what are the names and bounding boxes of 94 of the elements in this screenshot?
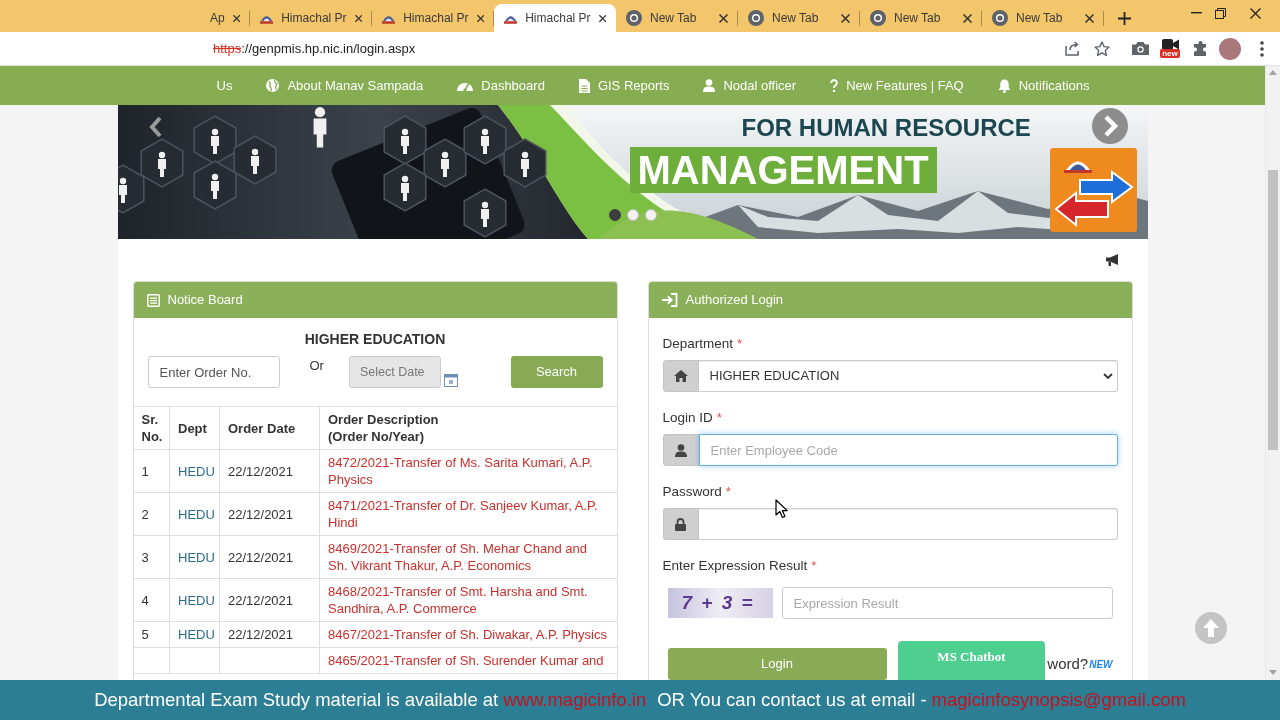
department-select[interactable]: HIGHER EDUCATION <box>698 360 1118 392</box>
close-icon[interactable] <box>963 13 972 23</box>
close-icon[interactable] <box>598 13 606 23</box>
captcha-image: 7 + 3 = <box>667 588 773 618</box>
browser-tab[interactable]: New Tab <box>616 4 738 32</box>
ring-icon <box>748 10 764 26</box>
bell-icon <box>997 78 1011 93</box>
table-cell: 3 <box>133 535 170 579</box>
banner-title: MANAGEMENT <box>629 147 937 193</box>
email-address: magicinfosynopsis@gmail.com <box>931 688 1186 713</box>
table-cell: 22/12/2021 <box>219 578 320 622</box>
browser-tab[interactable]: New Tab <box>982 4 1104 32</box>
restore-icon[interactable] <box>1214 7 1226 19</box>
browser-tab[interactable]: Ap <box>204 4 250 32</box>
field-label: Login ID * <box>662 409 723 427</box>
contact-text: OR You can contact us at email - <box>657 688 927 713</box>
table-cell: 22/12/2021 <box>219 449 320 493</box>
table-cell: 2 <box>133 492 170 536</box>
list-icon <box>146 293 160 307</box>
address-field[interactable]: https://genpmis.hp.nic.in/login.aspx <box>213 38 416 59</box>
banner-heading: FOR HUMAN RESOURCE <box>741 113 1031 143</box>
field-label: Department * <box>662 335 743 353</box>
order-number-field[interactable]: Enter Order No. <box>147 356 280 388</box>
field-label: Enter Expression Result * <box>662 557 817 575</box>
card-title: Authorized Login <box>685 291 784 310</box>
field-label: Password * <box>662 483 732 501</box>
column-header: Sr. No. <box>133 406 170 450</box>
browser-tab[interactable]: Himachal Pr <box>250 4 372 32</box>
chevron-left-icon[interactable] <box>148 116 162 138</box>
user-icon <box>703 79 716 92</box>
plus-icon[interactable] <box>1117 11 1131 25</box>
table-cell: 22/12/2021 <box>219 535 320 579</box>
expression-result-field[interactable]: Expression Result <box>781 587 1113 619</box>
website-address: www.magicinfo.in <box>503 688 647 713</box>
table-cell: HEDU <box>169 535 220 579</box>
close-icon[interactable] <box>354 13 362 23</box>
scrollbar-thumb[interactable] <box>1268 170 1278 450</box>
user-icon <box>662 434 699 466</box>
table-cell: 22/12/2021 <box>219 492 320 536</box>
browser-tab[interactable]: Himachal Pr <box>372 4 494 32</box>
calendar-icon[interactable] <box>443 373 458 387</box>
puzzle-icon[interactable] <box>1192 41 1208 56</box>
password-field[interactable] <box>698 508 1118 540</box>
column-header: Order Description (Order No/Year) <box>319 406 617 450</box>
login-id-field[interactable]: Enter Employee Code <box>698 434 1118 466</box>
close-icon[interactable] <box>476 13 484 23</box>
column-header: Dept <box>169 406 220 450</box>
close-icon[interactable] <box>1249 7 1261 19</box>
or-text: Or <box>309 358 324 374</box>
more-menu-icon[interactable] <box>1260 40 1264 57</box>
lock-icon <box>662 508 699 540</box>
new-badge: new <box>1160 49 1180 58</box>
video-camera-icon[interactable] <box>1161 39 1179 50</box>
close-icon[interactable] <box>1085 13 1094 23</box>
table-cell: 5 <box>133 621 170 648</box>
scrollbar[interactable] <box>1265 66 1280 680</box>
chevron-down-icon[interactable] <box>1102 373 1113 379</box>
globe-icon <box>266 79 280 92</box>
table-cell: HEDU <box>169 621 220 648</box>
gauge-icon <box>457 80 474 91</box>
department-heading: HIGHER EDUCATION <box>303 330 447 348</box>
table-cell: 22/12/2021 <box>219 621 320 648</box>
arrows-logo-icon <box>1049 148 1137 232</box>
promo-text: Departmental Exam Study material is available at <box>94 688 499 713</box>
share-icon[interactable] <box>1064 41 1080 56</box>
megaphone-icon[interactable] <box>1105 254 1120 266</box>
mouse-pointer-icon <box>775 499 788 519</box>
column-header: Order Date <box>219 406 320 450</box>
table-cell: HEDU <box>169 492 220 536</box>
forgot-password-link[interactable]: word? <box>1047 652 1089 676</box>
chevron-right-icon[interactable] <box>1091 108 1128 144</box>
table-cell: HEDU <box>169 578 220 622</box>
minimize-icon[interactable] <box>1190 12 1202 14</box>
question-icon <box>830 79 839 92</box>
avatar-icon[interactable] <box>1219 37 1241 60</box>
star-icon[interactable] <box>1094 40 1110 57</box>
sign-in-icon <box>661 293 678 307</box>
table-cell: HEDU <box>169 449 220 493</box>
browser-tab[interactable]: New Tab <box>860 4 982 32</box>
table-cell: 4 <box>133 578 170 622</box>
browser-tab[interactable]: Himachal Pr <box>494 4 616 32</box>
close-icon[interactable] <box>719 13 728 23</box>
browser-tab[interactable]: New Tab <box>738 4 860 32</box>
new-label: NEW <box>1089 657 1113 672</box>
ring-icon <box>870 10 886 26</box>
home-icon <box>662 360 699 392</box>
ring-icon <box>626 10 642 26</box>
camera-icon[interactable] <box>1131 42 1149 55</box>
close-icon[interactable] <box>841 13 850 23</box>
file-icon <box>578 78 590 93</box>
card-title: Notice Board <box>167 291 243 310</box>
table-cell: 1 <box>133 449 170 493</box>
ring-icon <box>992 10 1008 26</box>
close-icon[interactable] <box>232 13 240 23</box>
